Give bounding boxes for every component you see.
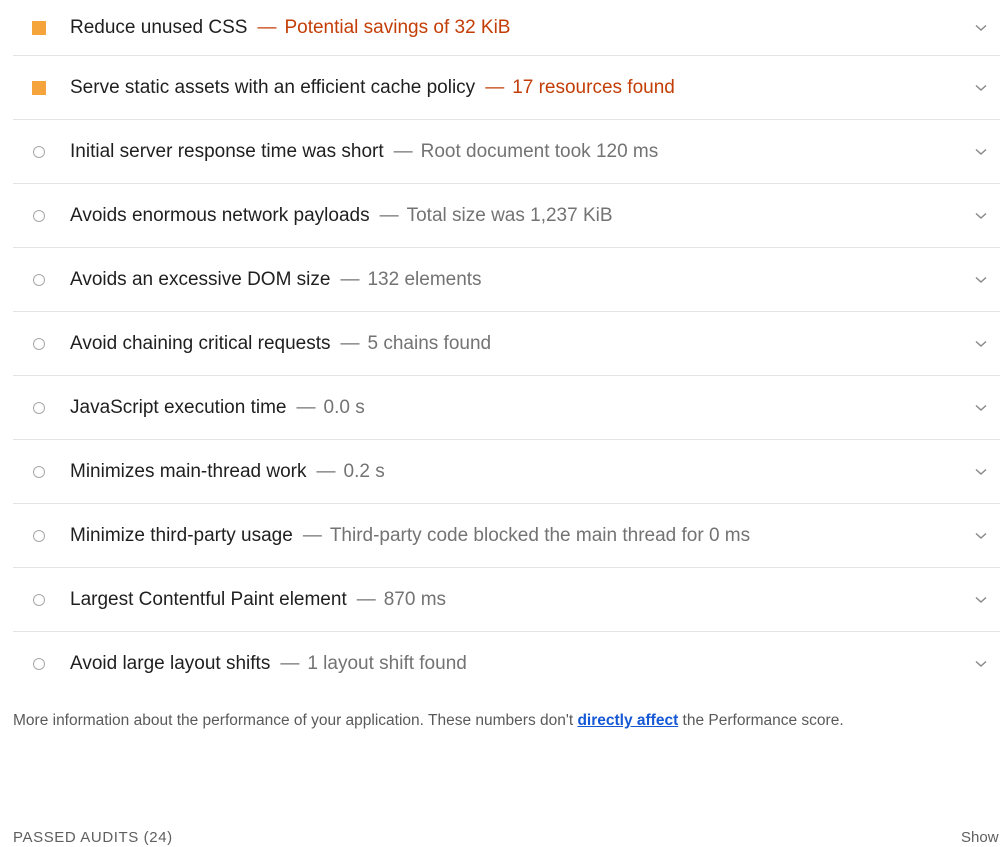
audit-separator: — [296,397,316,418]
audit-title: JavaScript execution time [70,397,287,418]
gray-circle-icon [33,146,45,158]
audit-title: Initial server response time was short [70,141,384,162]
audit-detail: 1 layout shift found [307,653,467,674]
chevron-down-icon[interactable] [962,276,1000,284]
audit-title: Avoid chaining critical requests [70,333,331,354]
chevron-down-icon[interactable] [962,660,1000,668]
audit-separator: — [257,17,277,38]
audit-row-main-thread-work[interactable]: Minimizes main-thread work — 0.2 s [0,440,1000,504]
chevron-down-icon[interactable] [962,532,1000,540]
audit-detail: Third-party code blocked the main thread… [329,525,751,546]
gray-circle-icon [33,466,45,478]
audit-separator: — [316,461,336,482]
audit-separator: — [280,653,300,674]
audit-detail: 0.0 s [323,397,365,418]
gray-circle-icon [33,274,45,286]
audit-row-server-response-time[interactable]: Initial server response time was short — R… [0,120,1000,184]
audit-row-cache-policy[interactable]: Serve static assets with an efficient ca… [0,56,1000,120]
footnote-text-before: More information about the performance o… [13,712,578,729]
audit-row-third-party-usage[interactable]: Minimize third-party usage — Third-party c… [0,504,1000,568]
footnote-text-after: the Performance score. [678,712,844,729]
performance-footnote: More information about the performance o… [13,712,844,730]
chevron-down-icon[interactable] [962,148,1000,156]
gray-circle-icon [33,530,45,542]
show-passed-audits-button[interactable]: Show [961,829,999,846]
audit-row-network-payloads[interactable]: Avoids enormous network payloads — Total s… [0,184,1000,248]
audit-title: Avoid large layout shifts [70,653,271,674]
passed-audits-heading: PASSED AUDITS (24) [13,829,173,846]
audit-separator: — [485,77,505,98]
gray-circle-icon [33,594,45,606]
audit-title: Avoids enormous network payloads [70,205,370,226]
audit-row-lcp-element[interactable]: Largest Contentful Paint element — 870 ms [0,568,1000,632]
chevron-down-icon[interactable] [962,24,1000,32]
audit-row-layout-shifts[interactable]: Avoid large layout shifts — 1 layout shift… [0,632,1000,696]
gray-circle-icon [33,338,45,350]
chevron-down-icon[interactable] [962,212,1000,220]
audit-row-critical-requests[interactable]: Avoid chaining critical requests — 5 chain… [0,312,1000,376]
audit-separator: — [340,333,360,354]
audit-title: Largest Contentful Paint element [70,589,347,610]
gray-circle-icon [33,402,45,414]
audit-title: Reduce unused CSS [70,17,248,38]
chevron-down-icon[interactable] [962,468,1000,476]
audit-title: Avoids an excessive DOM size [70,269,331,290]
gray-circle-icon [33,658,45,670]
audit-detail: Total size was 1,237 KiB [406,205,613,226]
audit-row-dom-size[interactable]: Avoids an excessive DOM size — 132 element… [0,248,1000,312]
chevron-down-icon[interactable] [962,340,1000,348]
audit-detail: 0.2 s [343,461,385,482]
audit-separator: — [356,589,376,610]
audit-separator: — [393,141,413,162]
audit-detail: Potential savings of 32 KiB [284,17,511,38]
audit-title: Serve static assets with an efficient ca… [70,77,476,98]
audit-detail: 17 resources found [512,77,675,98]
audit-separator: — [340,269,360,290]
audit-list: Reduce unused CSS — Potential savings of 3… [0,0,1000,696]
chevron-down-icon[interactable] [962,596,1000,604]
audit-title: Minimizes main-thread work [70,461,307,482]
audit-detail: Root document took 120 ms [420,141,659,162]
orange-square-icon [32,81,46,95]
orange-square-icon [32,21,46,35]
audit-title: Minimize third-party usage [70,525,293,546]
chevron-down-icon[interactable] [962,404,1000,412]
chevron-down-icon[interactable] [962,84,1000,92]
audit-detail: 870 ms [383,589,447,610]
audit-separator: — [302,525,322,546]
gray-circle-icon [33,210,45,222]
audit-detail: 5 chains found [367,333,492,354]
audit-row-js-execution-time[interactable]: JavaScript execution time — 0.0 s [0,376,1000,440]
audit-detail: 132 elements [367,269,482,290]
audit-separator: — [379,205,399,226]
directly-affect-link[interactable]: directly affect [577,712,678,729]
audit-row-reduce-unused-css[interactable]: Reduce unused CSS — Potential savings of 3… [0,0,1000,56]
